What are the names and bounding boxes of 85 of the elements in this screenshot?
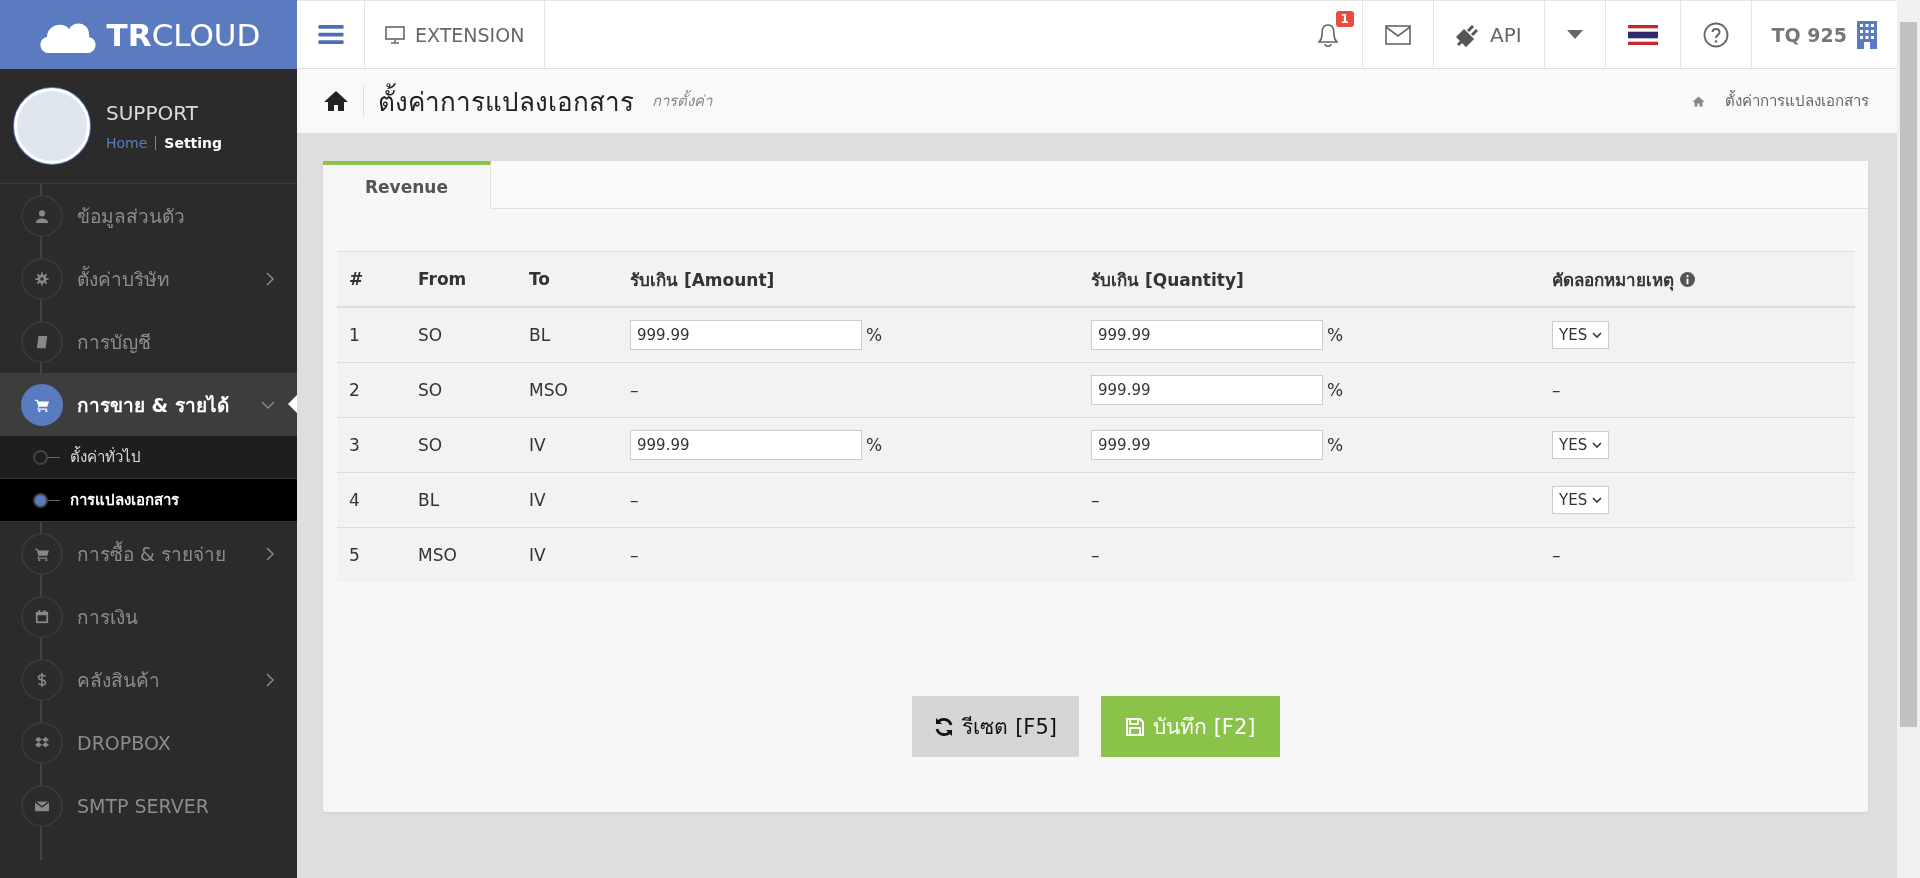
user-name: SUPPORT	[106, 101, 199, 125]
percent-input[interactable]: 999.99	[630, 430, 862, 460]
help-icon	[1702, 21, 1729, 48]
flag-icon	[1627, 24, 1658, 45]
table-cell: –	[1091, 545, 1100, 565]
sidebar-subitem[interactable]: ตั้งค่าทั่วไป	[0, 436, 297, 479]
table-cell: –	[630, 490, 639, 510]
bell-icon	[1315, 21, 1340, 48]
column-header: To	[529, 269, 551, 289]
chevron-down-icon	[1592, 442, 1603, 448]
unit-label: %	[1327, 380, 1344, 400]
sidebar-item[interactable]: คลังสินค้า	[0, 648, 297, 711]
scrollbar[interactable]	[1897, 0, 1920, 878]
table-cell: IV	[529, 545, 546, 565]
sidebar-item[interactable]: ข้อมูลส่วนตัว	[0, 184, 297, 247]
menu-icon	[317, 24, 344, 45]
profile-link[interactable]: Home	[106, 135, 148, 151]
reset-button[interactable]: รีเซต [F5]	[912, 696, 1079, 757]
sidebar-subitem[interactable]: การแปลงเอกสาร	[0, 479, 297, 522]
table-cell: MSO	[418, 545, 457, 565]
sidebar-item[interactable]: การบัญชี	[0, 310, 297, 373]
sidebar-item[interactable]: DROPBOX	[0, 711, 297, 774]
monitor-icon	[385, 25, 405, 44]
chevron-down-icon	[1592, 332, 1603, 338]
percent-input[interactable]: 999.99	[1091, 375, 1323, 405]
sidebar-item[interactable]: การขาย & รายได้	[0, 373, 297, 436]
logo-text: TRCLOUD	[106, 16, 261, 53]
chevron-down-icon	[261, 399, 275, 410]
cart-icon	[21, 383, 63, 426]
page-subtitle: การตั้งค่า	[652, 89, 712, 112]
table-cell: 1	[349, 325, 360, 345]
tab[interactable]: Revenue	[323, 161, 491, 209]
table-cell: BL	[418, 490, 440, 510]
table-cell: 4	[349, 490, 360, 510]
info-icon	[1680, 271, 1695, 287]
envelope-icon	[1384, 24, 1411, 45]
table-cell: MSO	[529, 380, 568, 400]
caret-icon	[1566, 29, 1583, 40]
notification-badge: 1	[1335, 11, 1354, 27]
chevron-right-icon	[265, 672, 275, 687]
unit-label: %	[1327, 435, 1344, 455]
table-cell: SO	[418, 435, 443, 455]
column-header: รับเกิน [Amount]	[630, 268, 775, 292]
table-cell: BL	[529, 325, 551, 345]
table-cell: IV	[529, 490, 546, 510]
chevron-right-icon	[265, 546, 275, 561]
building-icon	[1857, 20, 1877, 49]
table-cell: –	[1552, 380, 1561, 400]
table-cell: –	[630, 380, 639, 400]
sidebar-item[interactable]: การเงิน	[0, 585, 297, 648]
plug-icon	[1455, 22, 1480, 47]
active-pointer	[288, 395, 297, 413]
table-cell: 3	[349, 435, 360, 455]
table-cell: SO	[418, 325, 443, 345]
unit-label: %	[866, 325, 883, 345]
percent-input[interactable]: 999.99	[630, 320, 862, 350]
unit-label: %	[866, 435, 883, 455]
percent-input[interactable]: 999.99	[1091, 320, 1323, 350]
column-header: คัดลอกหมายเหตุ	[1552, 268, 1674, 293]
table-cell: IV	[529, 435, 546, 455]
profile-link[interactable]: Setting	[164, 135, 223, 151]
sidebar-item[interactable]: ตั้งค่าบริษัท	[0, 247, 297, 310]
unit-label: %	[1327, 325, 1344, 345]
column-header: From	[418, 269, 467, 289]
table-cell: –	[1552, 545, 1561, 565]
home-icon	[1692, 95, 1705, 107]
sidebar-item[interactable]: SMTP SERVER	[0, 774, 297, 837]
yes-no-select[interactable]: YES	[1552, 321, 1610, 349]
yes-no-select[interactable]: YES	[1552, 431, 1610, 459]
column-header: #	[349, 269, 364, 289]
refresh-icon	[934, 716, 955, 737]
sidebar-item[interactable]: การซื้อ & รายจ่าย	[0, 522, 297, 585]
column-header: รับเกิน [Quantity]	[1091, 268, 1244, 292]
percent-input[interactable]: 999.99	[1091, 430, 1323, 460]
table-cell: 5	[349, 545, 360, 565]
table-cell: –	[630, 545, 639, 565]
breadcrumb-item[interactable]: ตั้งค่าการแปลงเอกสาร	[1725, 89, 1869, 113]
page-title: ตั้งค่าการแปลงเอกสาร	[378, 80, 634, 122]
home-icon	[323, 90, 349, 112]
table-cell: SO	[418, 380, 443, 400]
chevron-down-icon	[1592, 497, 1603, 503]
yes-no-select[interactable]: YES	[1552, 486, 1610, 514]
table-cell: –	[1091, 490, 1100, 510]
chevron-right-icon	[265, 271, 275, 286]
table-cell: 2	[349, 380, 360, 400]
